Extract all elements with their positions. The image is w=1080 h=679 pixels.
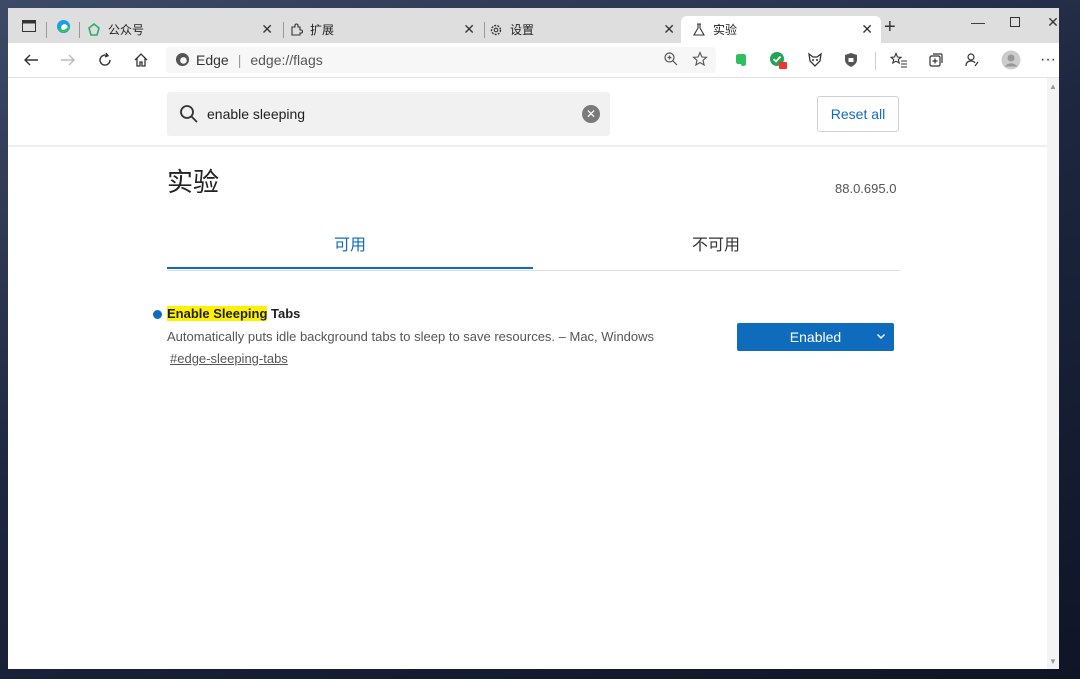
toolbar: Edge | edge://flags ···	[8, 43, 1059, 78]
close-tab-icon[interactable]: ✕	[463, 21, 475, 38]
close-tab-icon[interactable]: ✕	[261, 21, 273, 38]
header-divider	[8, 145, 1047, 147]
modified-indicator-dot	[153, 310, 162, 319]
experiment-state-select[interactable]: Enabled	[737, 323, 894, 351]
gear-icon	[488, 22, 504, 38]
search-highlight: Enable Sleeping	[167, 306, 268, 321]
collections-icon[interactable]	[925, 49, 947, 71]
wechat-icon	[86, 22, 102, 38]
minimize-button[interactable]: —	[960, 12, 996, 32]
clear-search-icon[interactable]: ✕	[582, 105, 600, 123]
toolbar-divider	[875, 52, 876, 70]
experiment-state-value: Enabled	[789, 329, 842, 345]
address-url[interactable]: edge://flags	[250, 52, 322, 68]
grammar-extension-icon[interactable]	[767, 49, 789, 71]
refresh-button[interactable]	[93, 48, 117, 72]
maximize-button[interactable]	[997, 12, 1033, 32]
tab-separator	[79, 22, 80, 38]
favorites-icon[interactable]	[888, 49, 910, 71]
new-tab-button[interactable]: +	[884, 17, 896, 37]
experiment-tabs: 可用 不可用	[167, 218, 900, 271]
experiment-title-rest: Tabs	[267, 306, 301, 321]
experiment-permalink[interactable]: #edge-sleeping-tabs	[170, 351, 288, 366]
tab-extensions[interactable]: 扩展 ✕	[288, 16, 483, 43]
flask-icon	[691, 22, 707, 38]
tab-actions-icon[interactable]	[18, 15, 40, 37]
tab-label: 实验	[713, 23, 738, 37]
flags-page: enable sleeping ✕ Reset all 实验 88.0.695.…	[8, 78, 1059, 669]
fox-extension-icon[interactable]	[804, 49, 826, 71]
close-tab-icon[interactable]: ✕	[861, 21, 873, 38]
zoom-icon[interactable]	[663, 51, 679, 70]
back-button[interactable]	[19, 48, 43, 72]
search-input[interactable]: enable sleeping ✕	[167, 92, 610, 136]
tab-separator	[46, 22, 47, 38]
experiment-description: Automatically puts idle background tabs …	[167, 329, 655, 344]
tab-unavailable[interactable]: 不可用	[533, 218, 899, 267]
favorite-star-icon[interactable]	[692, 51, 708, 70]
tab-available[interactable]: 可用	[167, 218, 533, 269]
browser-window: 公众号 ✕ 扩展 ✕ 设置 ✕ 实验 ✕ + — ✕ Edge | edge:/…	[8, 8, 1059, 669]
profile-avatar[interactable]	[1000, 49, 1022, 71]
scroll-up-icon[interactable]: ▲	[1049, 82, 1057, 91]
shield-extension-icon[interactable]	[840, 49, 862, 71]
scroll-down-icon[interactable]: ▼	[1049, 657, 1057, 666]
tab-label: 公众号	[108, 23, 145, 37]
close-tab-icon[interactable]: ✕	[663, 21, 675, 38]
search-value[interactable]: enable sleeping	[207, 106, 305, 122]
tab-label: 扩展	[310, 23, 335, 37]
address-divider: |	[237, 52, 242, 68]
address-bar[interactable]: Edge | edge://flags	[166, 47, 716, 73]
address-site-name: Edge	[196, 52, 229, 68]
page-title: 实验	[167, 168, 220, 198]
evernote-extension-icon[interactable]	[730, 49, 752, 71]
more-options-icon[interactable]: ···	[1037, 49, 1059, 71]
tab-separator	[283, 22, 284, 38]
tab-wechat[interactable]: 公众号 ✕	[86, 16, 281, 43]
edge-logo-icon	[175, 52, 190, 70]
tab-separator	[484, 22, 485, 38]
tab-label: 设置	[510, 23, 535, 37]
experiment-title: Enable Sleeping Tabs	[167, 306, 300, 321]
puzzle-icon	[288, 22, 304, 38]
version-label: 88.0.695.0	[835, 181, 897, 196]
reset-all-button[interactable]: Reset all	[817, 96, 899, 132]
close-window-button[interactable]: ✕	[1035, 12, 1059, 32]
chevron-down-icon	[875, 329, 887, 345]
vertical-scrollbar[interactable]: ▲ ▼	[1047, 78, 1059, 669]
tab-settings[interactable]: 设置 ✕	[488, 16, 683, 43]
tab-flags[interactable]: 实验 ✕	[681, 16, 881, 43]
home-button[interactable]	[129, 48, 153, 72]
tab-strip: 公众号 ✕ 扩展 ✕ 设置 ✕ 实验 ✕ + — ✕	[8, 8, 1059, 43]
search-icon	[179, 104, 199, 129]
edge-logo-icon[interactable]	[52, 15, 74, 37]
forward-button[interactable]	[56, 48, 80, 72]
feedback-icon[interactable]	[961, 49, 983, 71]
